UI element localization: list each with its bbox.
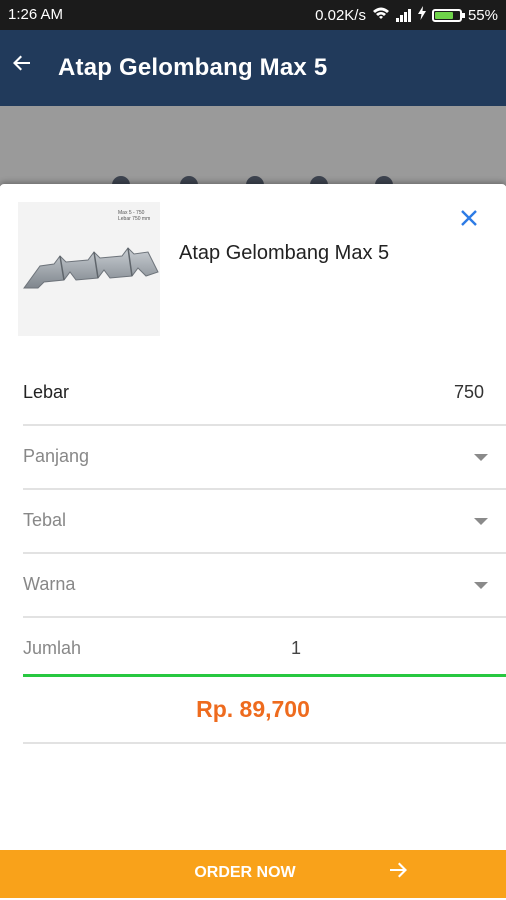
lebar-value: 750: [453, 382, 484, 402]
product-image: Max 5 - 750 Lebar 750 mm: [18, 202, 160, 336]
backdrop-overlay[interactable]: [0, 106, 506, 186]
product-name: Atap Gelombang Max 5: [179, 242, 390, 264]
status-time: 1:26 AM: [8, 6, 64, 23]
order-now-button[interactable]: ORDER NOW: [0, 850, 506, 898]
close-icon[interactable]: [460, 206, 478, 234]
page-title: Atap Gelombang Max 5: [58, 54, 328, 81]
chevron-down-icon: [474, 454, 488, 461]
status-icons: 0.02K/s 55%: [315, 6, 498, 24]
tebal-dropdown[interactable]: Tebal: [23, 490, 506, 554]
signal-icon: [395, 8, 412, 22]
warna-placeholder: Warna: [23, 574, 76, 594]
battery-level: 55%: [467, 6, 498, 24]
quantity-underline: [23, 674, 506, 677]
jumlah-label: Jumlah: [23, 638, 82, 658]
arrow-left-icon[interactable]: [12, 52, 32, 80]
quantity-input[interactable]: 1: [291, 638, 301, 659]
status-bar: 1:26 AM 0.02K/s 55%: [0, 0, 506, 30]
tebal-placeholder: Tebal: [23, 510, 67, 530]
arrow-right-icon: [388, 859, 408, 887]
lebar-label: Lebar: [23, 382, 70, 402]
panjang-dropdown[interactable]: Panjang: [23, 426, 506, 490]
jumlah-row: Jumlah 1: [23, 618, 506, 682]
warna-dropdown[interactable]: Warna: [23, 554, 506, 618]
order-sheet: Max 5 - 750 Lebar 750 mm Atap Gelombang …: [0, 184, 506, 900]
panjang-placeholder: Panjang: [23, 446, 90, 466]
roof-sheet-image: [23, 247, 159, 289]
app-bar: Atap Gelombang Max 5: [0, 30, 506, 106]
charging-icon: [417, 6, 426, 24]
chevron-down-icon: [474, 518, 488, 525]
divider: [23, 742, 506, 744]
total-price: Rp. 89,700: [196, 696, 310, 722]
lebar-row: Lebar 750: [23, 362, 506, 426]
wifi-icon: [372, 6, 390, 24]
battery-icon: [431, 8, 465, 22]
chevron-down-icon: [474, 582, 488, 589]
network-speed: 0.02K/s: [315, 6, 366, 24]
image-caption-2: Lebar 750 mm: [118, 216, 151, 222]
order-now-label: ORDER NOW: [194, 864, 296, 881]
